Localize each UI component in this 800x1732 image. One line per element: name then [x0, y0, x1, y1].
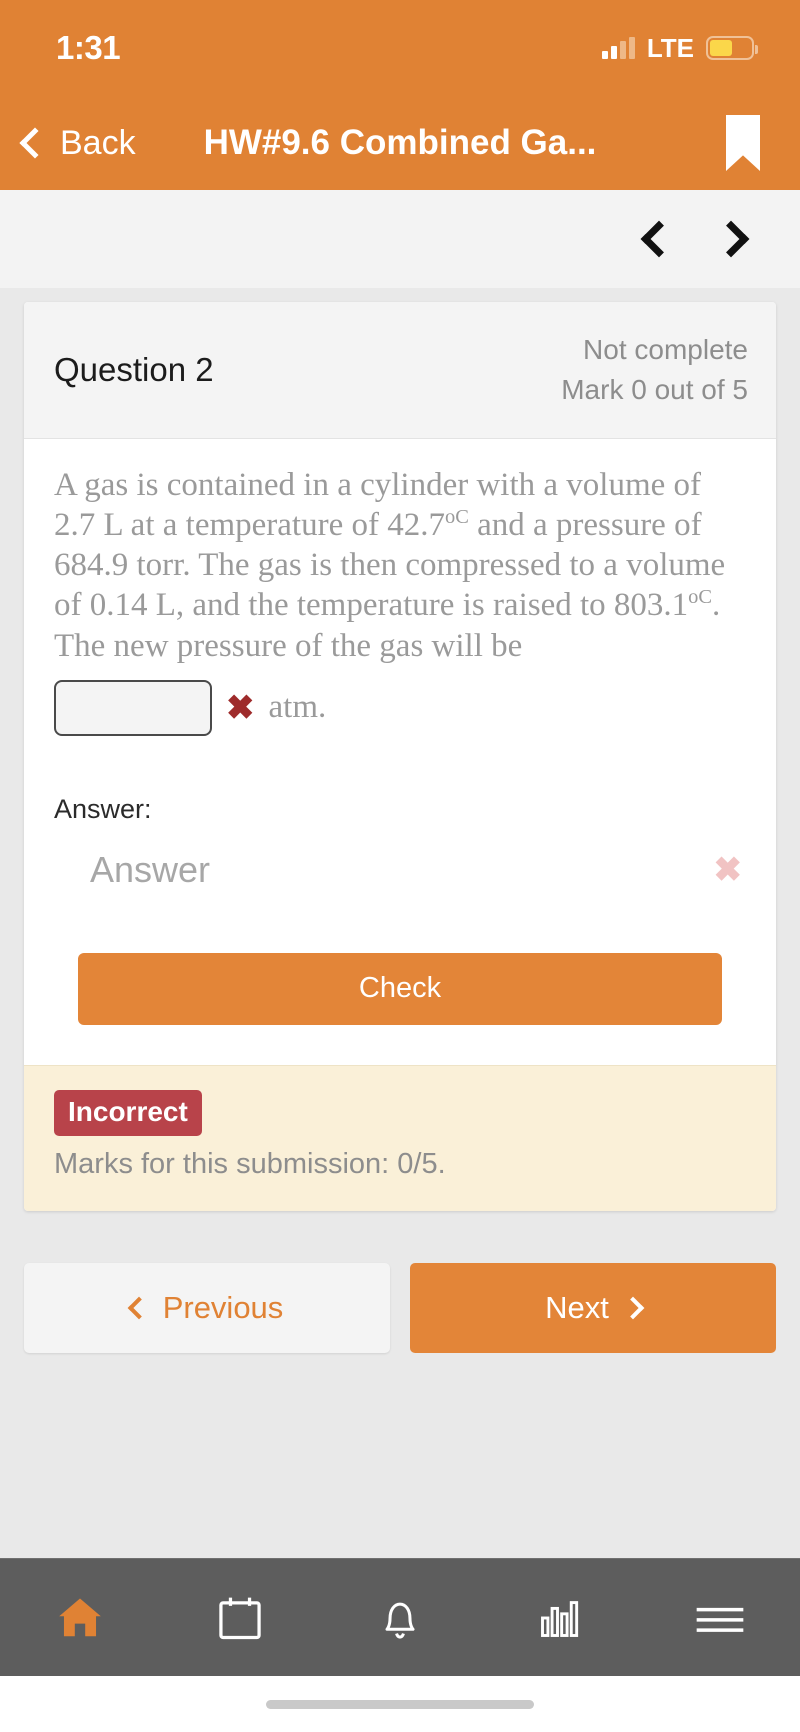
previous-button[interactable]: Previous — [24, 1262, 390, 1353]
content-area: Question 2 Not complete Mark 0 out of 5 … — [0, 288, 800, 1558]
back-button-label: Back — [60, 123, 136, 162]
degree-celsius-2: oC — [688, 586, 713, 609]
answer-input[interactable] — [90, 848, 714, 891]
feedback-panel: Incorrect Marks for this submission: 0/5… — [24, 1064, 776, 1211]
battery-icon — [706, 36, 758, 60]
quiz-prev-arrow-icon[interactable] — [640, 220, 678, 258]
answer-field[interactable]: ✖ — [54, 841, 746, 899]
check-button[interactable]: Check — [78, 952, 722, 1025]
app-screen: 1:31 LTE Back HW#9.6 Combined Ga... Ques… — [0, 0, 800, 1732]
home-indicator[interactable] — [266, 1699, 534, 1709]
question-card-header: Question 2 Not complete Mark 0 out of 5 — [24, 302, 776, 439]
tab-calendar[interactable] — [160, 1559, 320, 1676]
pager-row: Previous Next — [24, 1262, 776, 1353]
unit-label: atm. — [268, 689, 327, 726]
quiz-navigation-strip — [0, 190, 800, 288]
clear-x-icon[interactable]: ✖ — [714, 850, 747, 890]
status-bar-time: 1:31 — [56, 29, 121, 66]
cross-mark-icon: ✖ — [226, 688, 255, 727]
previous-button-label: Previous — [162, 1289, 284, 1325]
navigation-bar: Back HW#9.6 Combined Ga... — [0, 96, 800, 190]
hamburger-menu-icon — [696, 1607, 744, 1632]
question-card: Question 2 Not complete Mark 0 out of 5 … — [24, 302, 776, 1211]
tab-notifications[interactable] — [320, 1559, 480, 1676]
status-bar-indicators: LTE — [601, 32, 758, 64]
question-number-label: Question 2 — [54, 350, 214, 388]
home-indicator-area — [0, 1676, 800, 1732]
tab-home[interactable] — [0, 1559, 160, 1676]
answer-label: Answer: — [54, 793, 152, 824]
question-state-label: Not complete — [583, 334, 748, 365]
inline-answer-input[interactable] — [54, 679, 212, 736]
signal-bars-icon — [601, 37, 635, 59]
degree-celsius-1: oC — [444, 505, 469, 528]
quiz-next-arrow-icon[interactable] — [712, 220, 750, 258]
bookmark-icon[interactable] — [726, 115, 760, 171]
question-body: A gas is contained in a cylinder with a … — [24, 439, 776, 746]
chevron-left-icon — [19, 127, 51, 159]
home-icon — [59, 1598, 101, 1636]
tab-menu[interactable] — [640, 1559, 800, 1676]
bottom-tab-bar — [0, 1558, 800, 1676]
chevron-right-icon — [621, 1296, 645, 1320]
back-button[interactable]: Back — [16, 124, 136, 163]
chevron-left-icon — [127, 1296, 151, 1320]
status-badge: Incorrect — [54, 1089, 202, 1136]
feedback-marks-label: Marks for this submission: 0/5. — [54, 1147, 446, 1180]
bar-chart-icon — [541, 1600, 579, 1637]
bell-icon — [385, 1602, 415, 1639]
question-mark-label: Mark 0 out of 5 — [561, 373, 748, 405]
network-type-label: LTE — [646, 32, 694, 63]
status-bar: 1:31 LTE — [0, 0, 800, 96]
question-text: A gas is contained in a cylinder with a … — [54, 465, 746, 666]
next-button-label: Next — [545, 1289, 609, 1325]
inline-answer-row: ✖ atm. — [54, 679, 746, 736]
tab-grades[interactable] — [480, 1559, 640, 1676]
question-status-block: Not complete Mark 0 out of 5 — [561, 330, 748, 410]
calendar-icon — [219, 1597, 261, 1639]
next-button[interactable]: Next — [410, 1262, 776, 1353]
